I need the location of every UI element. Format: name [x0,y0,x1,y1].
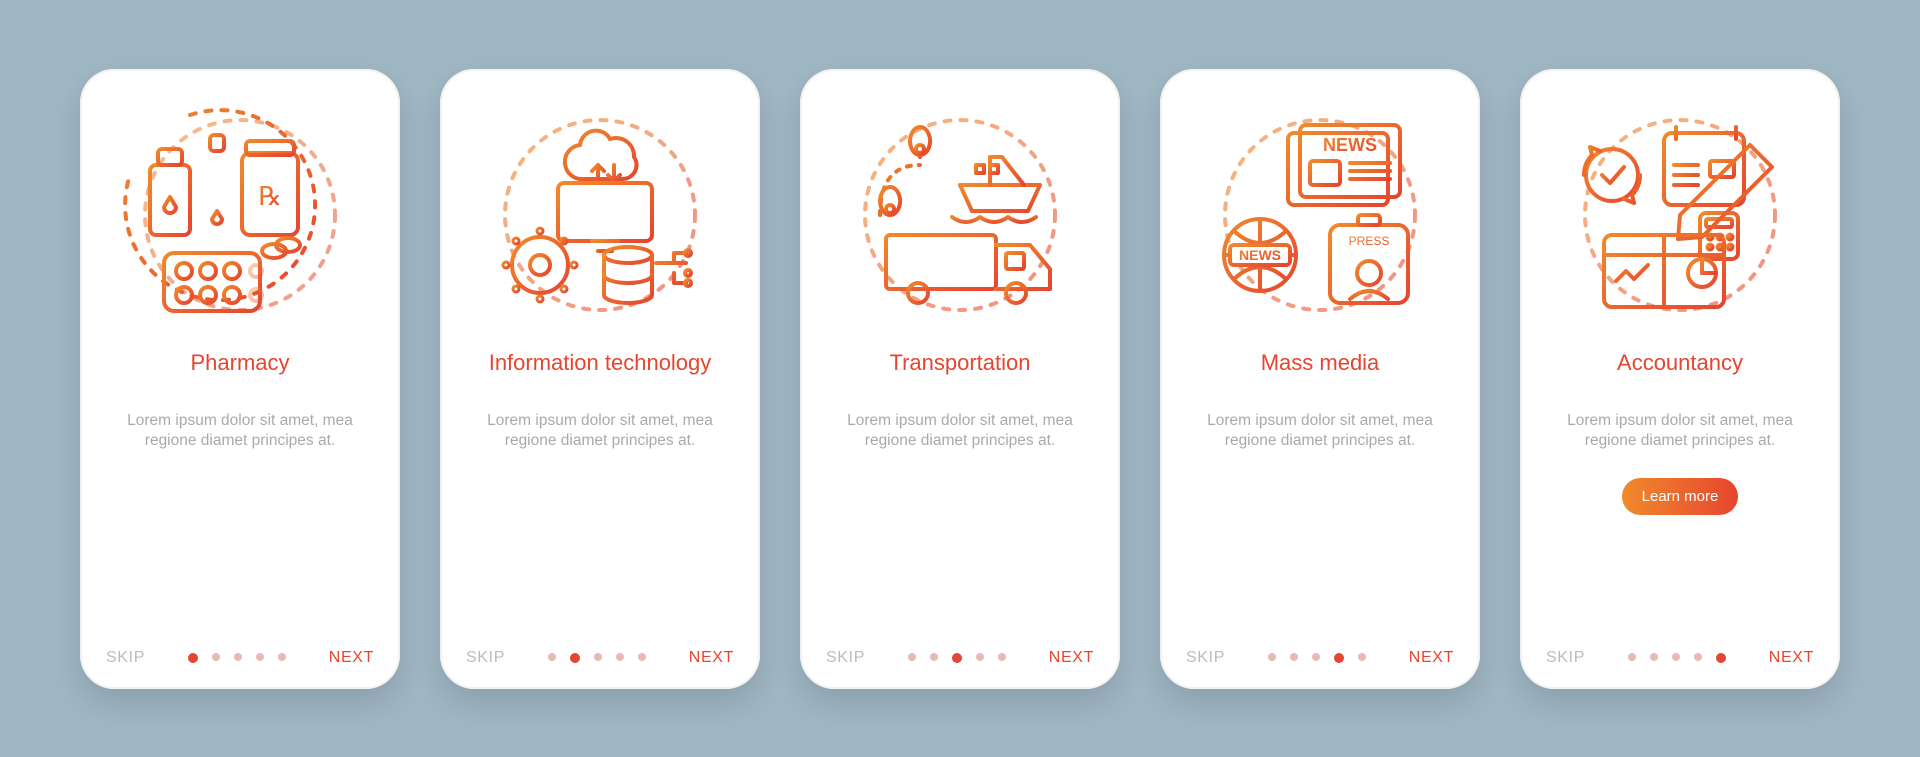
pager-dot[interactable] [570,653,580,663]
slide-title: Information technology [466,349,734,405]
pager-dot[interactable] [1334,653,1344,663]
onboarding-slide: Transportation Lorem ipsum dolor sit ame… [800,69,1120,689]
pager-dot[interactable] [998,653,1006,661]
it-illustration [466,95,734,335]
skip-button[interactable]: SKIP [466,649,505,667]
slide-description: Lorem ipsum dolor sit amet, mea regione … [1546,411,1814,453]
next-button[interactable]: NEXT [329,649,374,667]
mass-media-illustration: NEWS NEWS PRESS [1186,95,1454,335]
skip-button[interactable]: SKIP [1546,649,1585,667]
onboarding-slide: ℞ Pharmacy Lorem ipsum dolor sit amet, m… [80,69,400,689]
pager-dot[interactable] [256,653,264,661]
slide-title: Mass media [1186,349,1454,405]
pager-dot[interactable] [638,653,646,661]
accountancy-illustration [1546,95,1814,335]
pager-dot[interactable] [234,653,242,661]
onboarding-slide: Information technology Lorem ipsum dolor… [440,69,760,689]
onboarding-row: ℞ Pharmacy Lorem ipsum dolor sit amet, m… [80,69,1840,689]
slide-description: Lorem ipsum dolor sit amet, mea regione … [1186,411,1454,453]
slide-title: Pharmacy [106,349,374,405]
pager-dot[interactable] [1358,653,1366,661]
pager-dot[interactable] [594,653,602,661]
pager-dot[interactable] [188,653,198,663]
pager-dot[interactable] [1716,653,1726,663]
skip-button[interactable]: SKIP [106,649,145,667]
pager-dots [1628,653,1726,663]
next-button[interactable]: NEXT [1409,649,1454,667]
slide-title: Accountancy [1546,349,1814,405]
pager-dots [908,653,1006,663]
pager-dots [1268,653,1366,663]
pager-dot[interactable] [1290,653,1298,661]
transportation-illustration [826,95,1094,335]
pager-dots [548,653,646,663]
pager-dot[interactable] [1650,653,1658,661]
pharmacy-illustration: ℞ [106,95,374,335]
pager-dot[interactable] [908,653,916,661]
pager-dot[interactable] [1268,653,1276,661]
pager-dot[interactable] [1628,653,1636,661]
pager-dot[interactable] [1694,653,1702,661]
next-button[interactable]: NEXT [689,649,734,667]
pager-dot[interactable] [1672,653,1680,661]
onboarding-slide: NEWS NEWS PRESS Mass media Lor [1160,69,1480,689]
pager-dot[interactable] [930,653,938,661]
pager-dot[interactable] [212,653,220,661]
skip-button[interactable]: SKIP [1186,649,1225,667]
slide-description: Lorem ipsum dolor sit amet, mea regione … [826,411,1094,453]
pager-dot[interactable] [976,653,984,661]
pager-dot[interactable] [616,653,624,661]
onboarding-slide: Accountancy Lorem ipsum dolor sit amet, … [1520,69,1840,689]
pager-dot[interactable] [952,653,962,663]
slide-title: Transportation [826,349,1094,405]
pager-dot[interactable] [1312,653,1320,661]
pager-dots [188,653,286,663]
next-button[interactable]: NEXT [1769,649,1814,667]
svg-text:NEWS: NEWS [1323,135,1377,155]
slide-description: Lorem ipsum dolor sit amet, mea regione … [466,411,734,453]
svg-text:NEWS: NEWS [1239,247,1281,263]
learn-more-button[interactable]: Learn more [1622,478,1739,515]
skip-button[interactable]: SKIP [826,649,865,667]
slide-description: Lorem ipsum dolor sit amet, mea regione … [106,411,374,453]
pager-dot[interactable] [278,653,286,661]
svg-text:℞: ℞ [258,181,281,211]
pager-dot[interactable] [548,653,556,661]
svg-text:PRESS: PRESS [1349,234,1390,248]
next-button[interactable]: NEXT [1049,649,1094,667]
